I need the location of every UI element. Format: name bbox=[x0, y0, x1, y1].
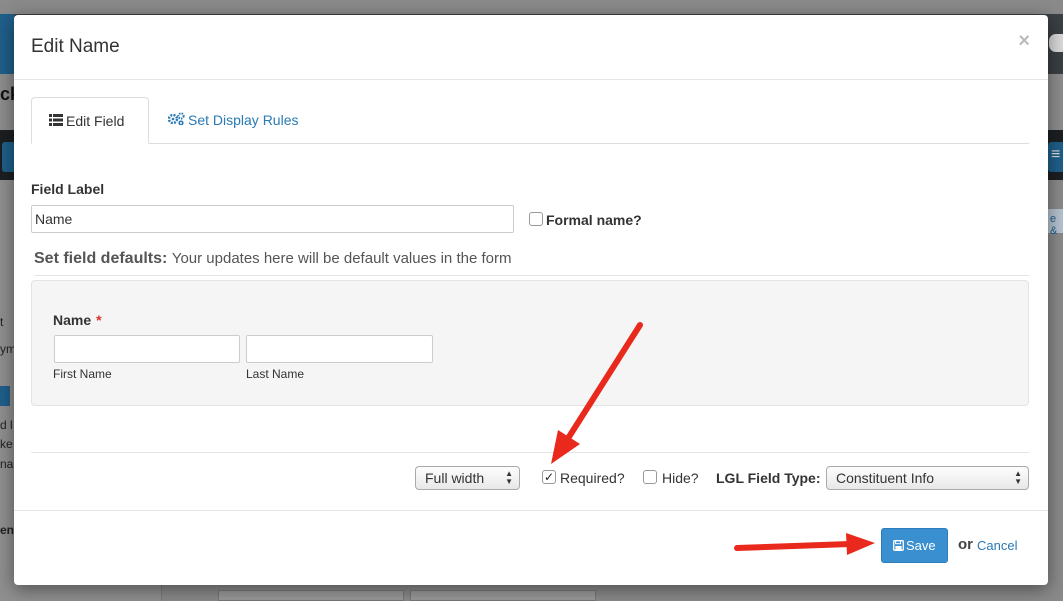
defaults-preview-well: Name * First Name Last Name bbox=[31, 280, 1029, 406]
required-asterisk: * bbox=[96, 312, 102, 328]
modal-footer-divider bbox=[14, 510, 1048, 511]
save-button[interactable]: Save bbox=[881, 528, 948, 563]
select-arrows-icon: ▲ ▼ bbox=[1014, 469, 1022, 486]
last-name-sublabel: Last Name bbox=[246, 367, 305, 381]
name-field-label: Name * bbox=[53, 312, 102, 328]
width-select[interactable]: Full width ▲ ▼ bbox=[415, 466, 520, 490]
hide-checkbox[interactable] bbox=[643, 470, 657, 484]
formal-name-checkbox[interactable] bbox=[529, 212, 543, 226]
tab-set-display-rules[interactable]: Set Display Rules bbox=[151, 97, 316, 144]
bg-side-text: t bbox=[0, 315, 4, 329]
first-name-input[interactable] bbox=[54, 335, 240, 363]
or-text: or bbox=[958, 536, 973, 553]
tab-label: Set Display Rules bbox=[188, 112, 299, 128]
gears-icon bbox=[167, 112, 185, 128]
close-button[interactable]: × bbox=[1018, 30, 1030, 53]
save-label: Save bbox=[906, 538, 936, 553]
modal-title: Edit Name bbox=[31, 36, 120, 57]
floppy-disk-icon bbox=[893, 539, 904, 554]
lgl-field-type-select[interactable]: Constituent Info ▲ ▼ bbox=[826, 466, 1029, 490]
lgl-field-type-label: LGL Field Type: bbox=[716, 470, 821, 486]
bg-side-text: ke bbox=[0, 437, 13, 451]
field-defaults-description: Your updates here will be default values… bbox=[171, 250, 512, 267]
width-select-value: Full width bbox=[425, 470, 485, 486]
bg-side-icon bbox=[0, 386, 10, 406]
bg-bottom-box bbox=[410, 590, 596, 601]
bg-toolbar-left-button bbox=[2, 142, 14, 172]
modal-header: Edit Name × bbox=[14, 15, 1048, 80]
select-arrows-icon: ▲ ▼ bbox=[505, 469, 513, 486]
cancel-link[interactable]: Cancel bbox=[977, 538, 1017, 553]
bg-side-text: d l bbox=[0, 418, 13, 432]
formal-name-label: Formal name? bbox=[546, 212, 642, 228]
required-label: Required? bbox=[560, 470, 625, 486]
bg-side-text: en bbox=[0, 523, 15, 537]
bg-brand-block bbox=[0, 14, 14, 74]
required-checkbox[interactable]: ✓ bbox=[542, 470, 556, 484]
list-icon bbox=[49, 113, 63, 129]
bg-bottom-box bbox=[218, 590, 404, 601]
field-defaults-heading: Set field defaults: Your updates here wi… bbox=[34, 250, 1029, 276]
bg-right-tag: e & bbox=[1048, 209, 1063, 237]
field-defaults-title: Set field defaults: bbox=[34, 250, 168, 267]
tab-label: Edit Field bbox=[66, 113, 125, 129]
field-label-heading: Field Label bbox=[31, 181, 105, 197]
bg-side-text: na bbox=[0, 457, 14, 471]
last-name-input[interactable] bbox=[246, 335, 433, 363]
options-divider bbox=[31, 452, 1029, 453]
field-label-input[interactable] bbox=[31, 205, 514, 233]
first-name-sublabel: First Name bbox=[53, 367, 112, 381]
bg-menu-icon bbox=[1048, 142, 1063, 172]
bg-user-icon bbox=[1049, 34, 1063, 52]
name-label-text: Name bbox=[53, 312, 92, 328]
tab-edit-field[interactable]: Edit Field bbox=[31, 97, 149, 144]
hide-label: Hide? bbox=[662, 470, 699, 486]
modal-tabs: Edit Field Set Display Rules bbox=[31, 97, 1029, 144]
lgl-field-type-value: Constituent Info bbox=[836, 470, 935, 486]
edit-name-modal: Edit Name × Edit Field Set Display Rules… bbox=[14, 15, 1048, 585]
